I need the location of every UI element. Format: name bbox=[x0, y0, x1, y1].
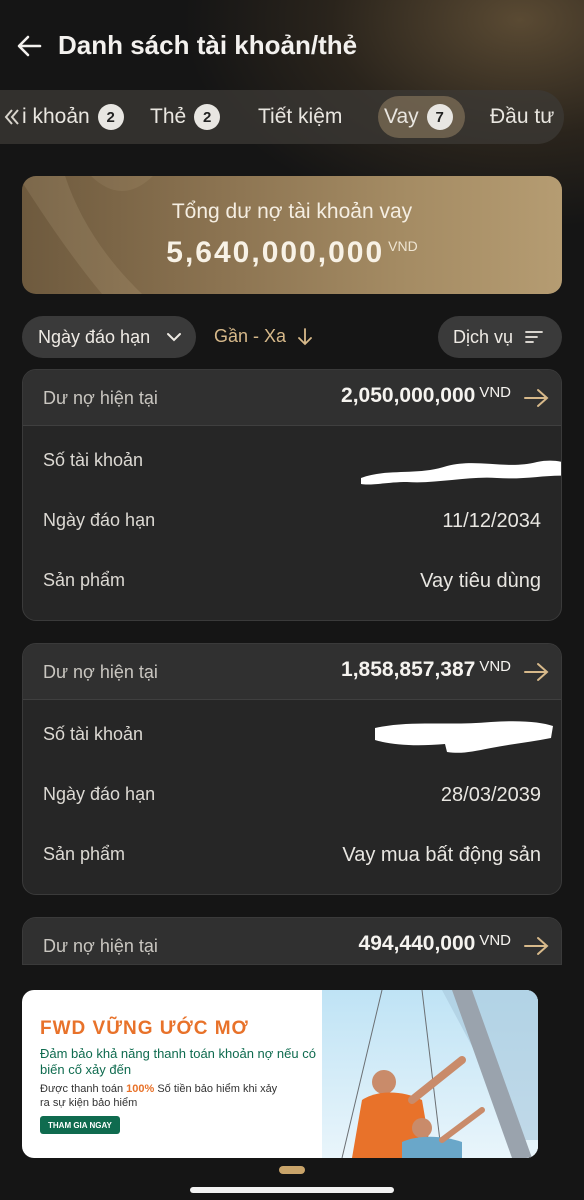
loan-card-header: Dư nợ hiện tại 1,858,857,387 VND bbox=[23, 644, 561, 700]
ad-detail-percent: 100% bbox=[126, 1083, 155, 1095]
sort-order-label: Gần - Xa bbox=[214, 326, 287, 346]
summary-currency: VND bbox=[388, 238, 418, 254]
page-title: Danh sách tài khoản/thẻ bbox=[58, 30, 358, 60]
product-value: Vay tiêu dùng bbox=[420, 570, 541, 592]
sort-field-label: Ngày đáo hạn bbox=[38, 326, 151, 347]
chevron-down-icon bbox=[167, 333, 182, 342]
loan-card-header: Dư nợ hiện tại 494,440,000 VND bbox=[23, 918, 561, 964]
tab-label: Đầu tư bbox=[490, 105, 555, 128]
current-balance-amount: 494,440,000 VND bbox=[359, 932, 511, 956]
account-number-label: Số tài khoản bbox=[43, 450, 144, 470]
tab-count-badge: 7 bbox=[426, 104, 453, 130]
sort-order-toggle[interactable]: Gần - Xa bbox=[214, 326, 312, 347]
currency-label: VND bbox=[479, 932, 511, 949]
summary-amount-value: 5,640,000,000 bbox=[166, 236, 385, 269]
product-value: Vay mua bất động sản bbox=[342, 844, 541, 866]
loan-card[interactable]: Dư nợ hiện tại 2,050,000,000 VND Số tài k… bbox=[22, 369, 562, 621]
loan-card[interactable]: Dư nợ hiện tại 494,440,000 VND bbox=[22, 917, 562, 965]
account-number-label: Số tài khoản bbox=[43, 724, 144, 744]
arrow-right-icon[interactable] bbox=[523, 386, 551, 410]
insurance-ad-banner[interactable]: FWD VỮNG ƯỚC MƠ Đảm bảo khả năng thanh t… bbox=[22, 990, 538, 1158]
current-balance-amount: 2,050,000,000 VND bbox=[341, 384, 511, 408]
loan-card[interactable]: Dư nợ hiện tại 1,858,857,387 VND Số tài k… bbox=[22, 643, 562, 895]
service-filter-button[interactable]: Dịch vụ bbox=[438, 316, 562, 358]
currency-label: VND bbox=[479, 384, 511, 401]
maturity-date-value: 11/12/2034 bbox=[442, 510, 541, 532]
current-balance-label: Dư nợ hiện tại bbox=[43, 388, 158, 408]
tab-accounts[interactable]: i khoản 2 bbox=[22, 90, 124, 144]
maturity-date-value: 28/03/2039 bbox=[440, 784, 541, 806]
current-balance-value: 494,440,000 bbox=[358, 932, 476, 955]
tab-loans[interactable]: Vay 7 bbox=[378, 96, 465, 138]
tab-label: Tiết kiệm bbox=[258, 105, 343, 128]
tab-count-badge: 2 bbox=[97, 104, 124, 130]
account-type-tabs: i khoản 2 Thẻ 2 Tiết kiệm Vay 7 Đầu tư bbox=[0, 90, 564, 144]
current-balance-label: Dư nợ hiện tại bbox=[43, 662, 158, 682]
service-filter-label: Dịch vụ bbox=[453, 326, 514, 347]
home-indicator[interactable] bbox=[190, 1187, 394, 1193]
tab-label: Thẻ bbox=[150, 105, 187, 128]
product-label: Sản phẩm bbox=[43, 570, 126, 590]
current-balance-value: 1,858,857,387 bbox=[341, 658, 476, 681]
bank-logo-watermark-icon bbox=[22, 176, 153, 294]
summary-label: Tổng dư nợ tài khoản vay bbox=[171, 200, 413, 223]
current-balance-value: 2,050,000,000 bbox=[341, 384, 476, 407]
current-balance-amount: 1,858,857,387 VND bbox=[341, 658, 511, 682]
carousel-page-indicator bbox=[279, 1166, 305, 1174]
arrow-right-icon[interactable] bbox=[523, 660, 551, 684]
tab-count-badge: 2 bbox=[194, 104, 221, 130]
tab-investment[interactable]: Đầu tư bbox=[490, 90, 554, 144]
ad-title: FWD VỮNG ƯỚC MƠ bbox=[40, 1018, 249, 1039]
sort-field-dropdown[interactable]: Ngày đáo hạn bbox=[22, 316, 196, 358]
redaction-mark bbox=[361, 460, 561, 485]
ad-detail: Được thanh toán 100% Số tiền bảo hiểm kh… bbox=[40, 1082, 280, 1110]
tab-savings[interactable]: Tiết kiệm bbox=[258, 90, 342, 144]
double-chevron-left-icon[interactable] bbox=[2, 104, 22, 130]
ad-photo-sailing bbox=[322, 990, 538, 1158]
arrow-right-icon[interactable] bbox=[523, 934, 551, 958]
tab-label: i khoản bbox=[22, 105, 90, 128]
total-loan-summary: Tổng dư nợ tài khoản vay 5,640,000,000 VN… bbox=[22, 176, 562, 294]
sort-lines-icon bbox=[525, 331, 543, 343]
summary-amount: 5,640,000,000 VND bbox=[22, 236, 562, 270]
currency-label: VND bbox=[479, 658, 511, 675]
product-label: Sản phẩm bbox=[43, 844, 126, 864]
current-balance-label: Dư nợ hiện tại bbox=[43, 936, 158, 956]
tab-cards[interactable]: Thẻ 2 bbox=[150, 90, 221, 144]
maturity-date-label: Ngày đáo hạn bbox=[43, 784, 156, 804]
redaction-mark bbox=[375, 721, 553, 753]
back-arrow-icon[interactable] bbox=[14, 30, 46, 62]
ad-detail-pre: Được thanh toán bbox=[40, 1083, 127, 1095]
app-header: Danh sách tài khoản/thẻ bbox=[0, 0, 584, 90]
join-now-button[interactable]: THAM GIA NGAY bbox=[40, 1116, 120, 1134]
ad-description: Đảm bảo khả năng thanh toán khoản nợ nếu… bbox=[40, 1046, 316, 1077]
maturity-date-label: Ngày đáo hạn bbox=[43, 510, 156, 530]
loan-card-header: Dư nợ hiện tại 2,050,000,000 VND bbox=[23, 370, 561, 426]
arrow-down-icon bbox=[298, 327, 312, 345]
tab-label: Vay bbox=[384, 105, 419, 128]
